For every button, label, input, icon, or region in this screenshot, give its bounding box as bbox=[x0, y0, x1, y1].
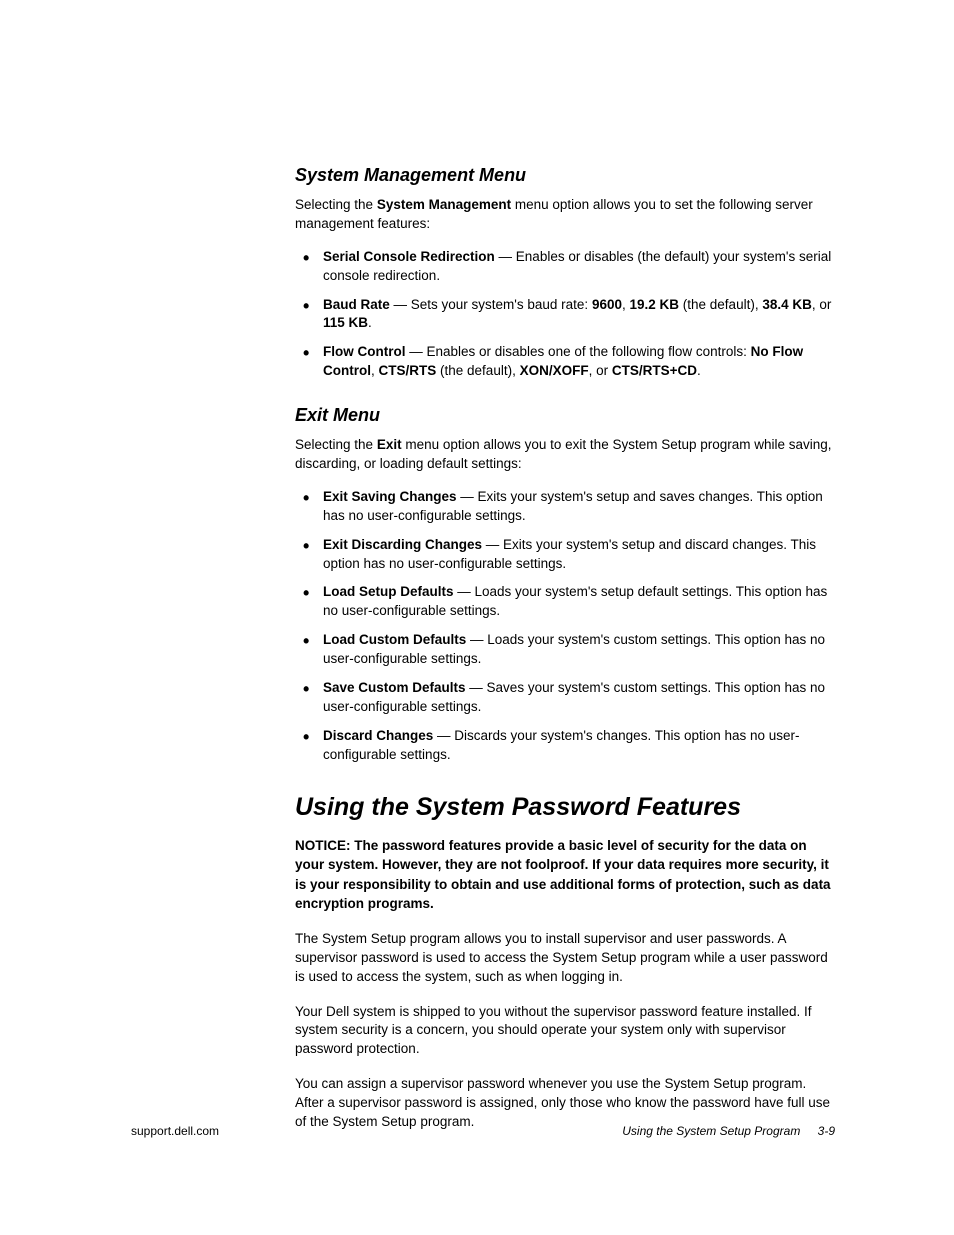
text-run-bold: CTS/RTS bbox=[379, 363, 437, 378]
text-run-bold: Exit Discarding Changes bbox=[323, 537, 482, 552]
text-run-bold: Save Custom Defaults bbox=[323, 680, 466, 695]
list-item: Load Setup Defaults — Loads your system'… bbox=[295, 583, 835, 621]
text-run: , or bbox=[589, 363, 612, 378]
text-run-bold: 38.4 KB bbox=[762, 297, 812, 312]
text-run-bold: Load Custom Defaults bbox=[323, 632, 466, 647]
page-footer: support.dell.com Using the System Setup … bbox=[131, 1124, 835, 1138]
text-run: — Enables or disables one of the followi… bbox=[405, 344, 750, 359]
text-run-bold: Serial Console Redirection bbox=[323, 249, 495, 264]
list-item: Flow Control — Enables or disables one o… bbox=[295, 343, 835, 381]
list-item: Exit Discarding Changes — Exits your sys… bbox=[295, 536, 835, 574]
text-run-bold: System Management bbox=[377, 197, 511, 212]
text-run: . bbox=[368, 315, 372, 330]
list-item: Baud Rate — Sets your system's baud rate… bbox=[295, 296, 835, 334]
text-run-bold: XON/XOFF bbox=[520, 363, 589, 378]
text-run: Selecting the bbox=[295, 437, 377, 452]
list-item: Serial Console Redirection — Enables or … bbox=[295, 248, 835, 286]
text-run-bold: 19.2 KB bbox=[630, 297, 680, 312]
list-item: Discard Changes — Discards your system's… bbox=[295, 727, 835, 765]
text-run: (the default), bbox=[679, 297, 762, 312]
intro-exit: Selecting the Exit menu option allows yo… bbox=[295, 436, 835, 474]
text-run: , bbox=[622, 297, 630, 312]
text-run-bold: Exit bbox=[377, 437, 402, 452]
text-run-bold: CTS/RTS+CD bbox=[612, 363, 697, 378]
bullet-list-exit: Exit Saving Changes — Exits your system'… bbox=[295, 488, 835, 765]
text-run-bold: Load Setup Defaults bbox=[323, 584, 454, 599]
text-run: , or bbox=[812, 297, 832, 312]
list-item: Exit Saving Changes — Exits your system'… bbox=[295, 488, 835, 526]
footer-chapter-title: Using the System Setup Program bbox=[622, 1124, 800, 1138]
footer-right: Using the System Setup Program 3-9 bbox=[622, 1124, 835, 1138]
text-run-bold: Discard Changes bbox=[323, 728, 433, 743]
text-run-bold: 115 KB bbox=[323, 315, 368, 330]
body-para-1: The System Setup program allows you to i… bbox=[295, 930, 835, 987]
text-run-bold: Flow Control bbox=[323, 344, 405, 359]
text-run: , bbox=[371, 363, 379, 378]
bullet-list-sysmgmt: Serial Console Redirection — Enables or … bbox=[295, 248, 835, 381]
intro-sysmgmt: Selecting the System Management menu opt… bbox=[295, 196, 835, 234]
footer-page-number: 3-9 bbox=[818, 1124, 835, 1138]
text-run-bold: Exit Saving Changes bbox=[323, 489, 457, 504]
text-run-bold: Baud Rate bbox=[323, 297, 390, 312]
body-para-2: Your Dell system is shipped to you witho… bbox=[295, 1003, 835, 1060]
text-run: Selecting the bbox=[295, 197, 377, 212]
text-run: (the default), bbox=[436, 363, 519, 378]
main-heading: Using the System Password Features bbox=[295, 793, 835, 822]
page-content: System Management Menu Selecting the Sys… bbox=[295, 165, 835, 1148]
footer-url: support.dell.com bbox=[131, 1124, 219, 1138]
list-item: Load Custom Defaults — Loads your system… bbox=[295, 631, 835, 669]
text-run: . bbox=[697, 363, 701, 378]
section-heading-sysmgmt: System Management Menu bbox=[295, 165, 835, 186]
text-run: — Sets your system's baud rate: bbox=[390, 297, 592, 312]
section-heading-exit: Exit Menu bbox=[295, 405, 835, 426]
text-run-bold: 9600 bbox=[592, 297, 622, 312]
notice-text: NOTICE: The password features provide a … bbox=[295, 836, 835, 914]
list-item: Save Custom Defaults — Saves your system… bbox=[295, 679, 835, 717]
